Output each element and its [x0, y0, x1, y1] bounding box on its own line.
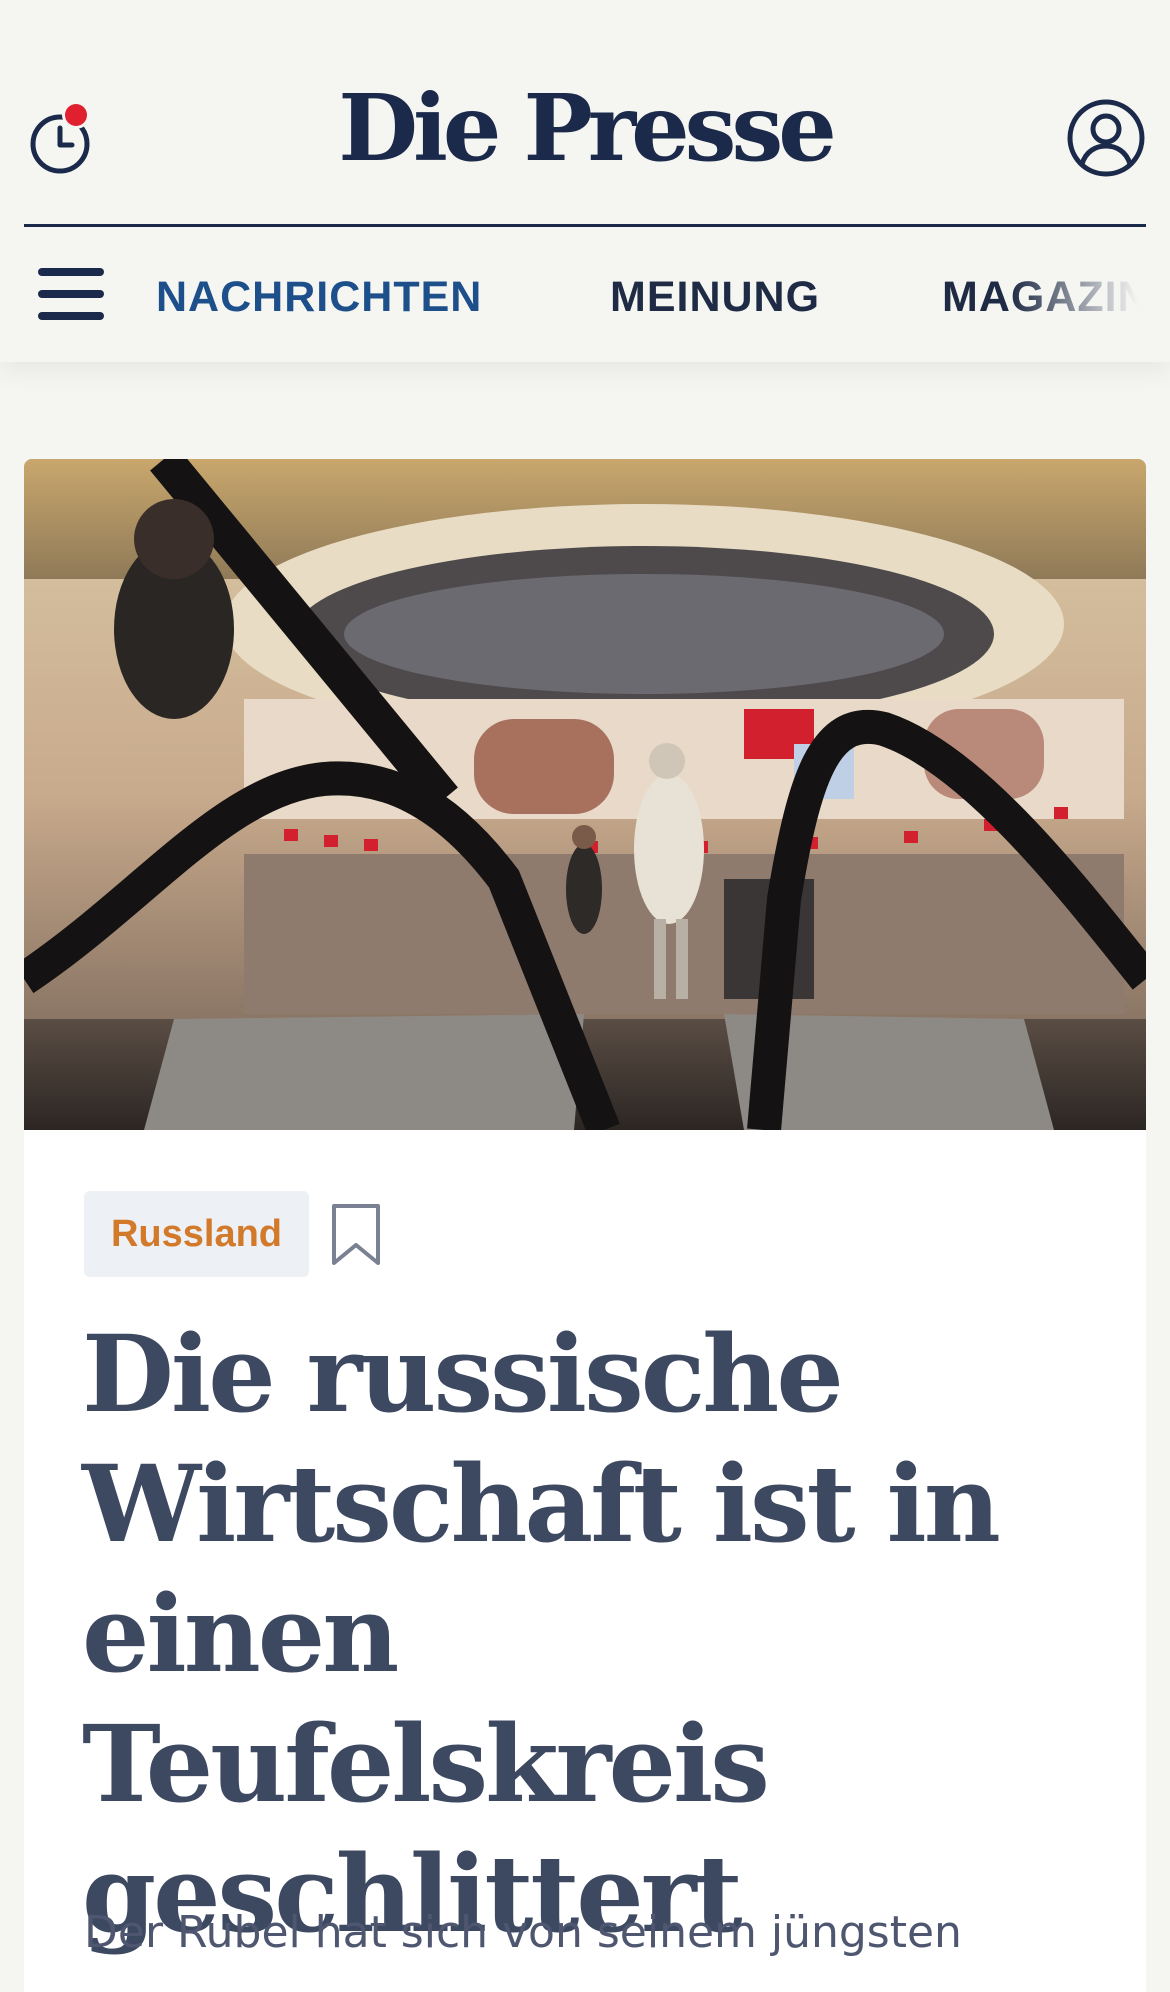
article-card: Russland Die russische Wirtschaft ist in…	[24, 459, 1146, 1992]
category-tag[interactable]: Russland	[84, 1191, 309, 1277]
nav-scroll-fade	[1010, 260, 1170, 340]
menu-button[interactable]	[38, 268, 106, 324]
brand-logo[interactable]: Die Presse	[0, 82, 1170, 174]
user-circle-icon	[1067, 99, 1145, 177]
site-header: Die Presse NACHRICHTEN MEINUNG MAGAZIN	[0, 0, 1170, 362]
hamburger-menu-icon	[38, 268, 104, 276]
bookmark-button[interactable]	[330, 1203, 382, 1267]
nav-item-nachrichten[interactable]: NACHRICHTEN	[156, 272, 482, 322]
bookmark-icon	[332, 1204, 380, 1265]
nav-item-meinung[interactable]: MEINUNG	[610, 272, 820, 322]
article-headline: Die russische Wirtschaft ist in einen Te…	[82, 1311, 1001, 1956]
hero-image[interactable]	[24, 459, 1146, 1130]
profile-button[interactable]	[1066, 98, 1146, 178]
header-divider	[24, 224, 1146, 227]
article-lead: Der Rubel hat sich von seinem jüngsten	[84, 1907, 962, 1958]
